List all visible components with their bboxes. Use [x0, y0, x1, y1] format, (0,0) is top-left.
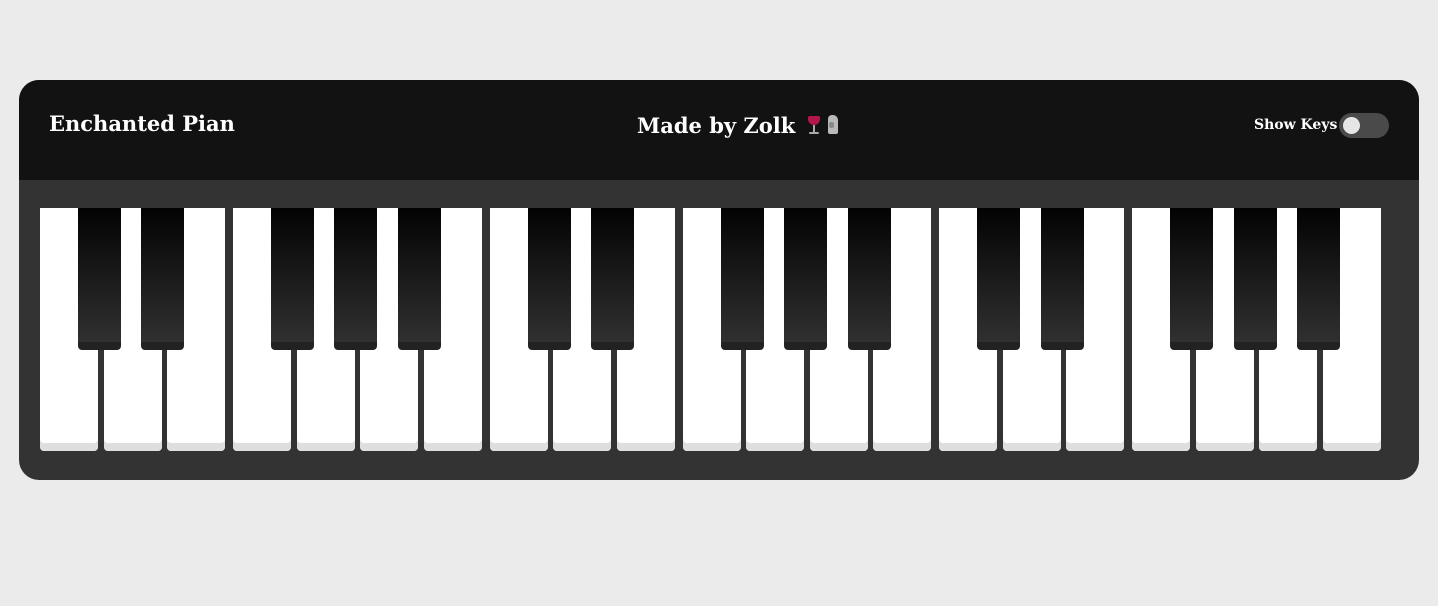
black-key[interactable]: [721, 208, 764, 350]
black-key[interactable]: [78, 208, 121, 350]
black-key[interactable]: [1041, 208, 1084, 350]
black-key[interactable]: [528, 208, 571, 350]
piano-header: Enchanted Pian Made by Zolk Show Keys: [19, 80, 1419, 180]
black-key[interactable]: [848, 208, 891, 350]
credit-text: Made by Zolk: [637, 113, 796, 138]
toggle-knob[interactable]: [1343, 117, 1360, 134]
black-key[interactable]: [1297, 208, 1340, 350]
show-keys-toggle[interactable]: [1339, 113, 1389, 138]
black-key[interactable]: [591, 208, 634, 350]
black-key[interactable]: [1234, 208, 1277, 350]
black-key[interactable]: [1170, 208, 1213, 350]
piano-keyboard: [40, 208, 1381, 451]
black-key[interactable]: [784, 208, 827, 350]
moai-icon: [825, 114, 841, 136]
black-key[interactable]: [271, 208, 314, 350]
credit-line: Made by Zolk: [637, 113, 841, 138]
black-key[interactable]: [141, 208, 184, 350]
black-key[interactable]: [334, 208, 377, 350]
black-key[interactable]: [398, 208, 441, 350]
black-key[interactable]: [977, 208, 1020, 350]
show-keys-label: Show Keys: [1254, 117, 1338, 133]
wine-glass-icon: [806, 114, 822, 136]
piano-container: Enchanted Pian Made by Zolk Show Keys: [19, 80, 1419, 480]
piano-title: Enchanted Pian: [49, 111, 235, 136]
